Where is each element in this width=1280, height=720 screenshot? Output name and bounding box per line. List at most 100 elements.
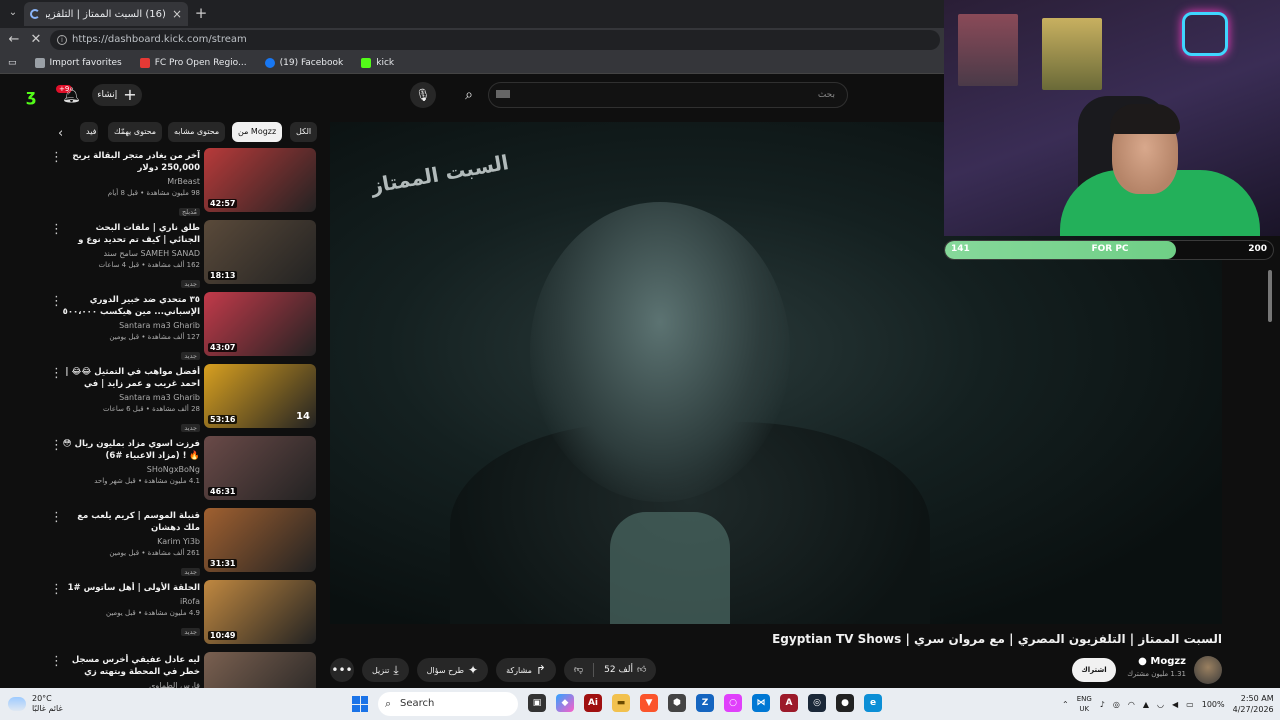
video-list-item[interactable]: ⋮ أفضل مواهب في التمثيل 😂😂 | احمد غريب و …	[40, 364, 320, 432]
more-options-icon[interactable]: ⋮	[50, 222, 63, 237]
taskbar-search-label: Search	[400, 698, 435, 709]
video-item-badge: مُدبلج	[178, 208, 200, 216]
loading-spinner-icon	[30, 9, 40, 19]
obs-icon[interactable]: ●	[836, 694, 854, 712]
streamer-hair	[1110, 104, 1180, 134]
nvidia-icon[interactable]: ▲	[1143, 700, 1149, 709]
video-list-item[interactable]: ⋮ طلق ناري | ملفات البحث الجنائي | كيف تم…	[40, 220, 320, 288]
bookmark-facebook[interactable]: (19) Facebook	[264, 57, 344, 68]
language-indicator[interactable]: ENG UK	[1077, 694, 1092, 714]
network-icon[interactable]: ◠	[1128, 700, 1135, 709]
thumbs-up-icon: 👍︎	[637, 665, 647, 675]
close-tab-icon[interactable]: ×	[172, 7, 182, 21]
audio-icon[interactable]: ♪	[1100, 700, 1105, 709]
more-options-icon[interactable]: ⋮	[50, 582, 63, 597]
dislike-button[interactable]: 👎︎	[564, 665, 593, 675]
like-button[interactable]: 52 ألف 👍︎	[594, 665, 656, 675]
bookmark-label: (19) Facebook	[279, 57, 344, 68]
page-scrollbar[interactable]	[1268, 270, 1272, 322]
more-options-icon[interactable]: ⋮	[50, 366, 63, 381]
video-thumbnail[interactable]: 18:13	[204, 220, 316, 284]
steam-tray-icon[interactable]: ◎	[1113, 700, 1120, 709]
video-thumbnail[interactable]: 43:07	[204, 292, 316, 356]
video-info: الحلقة الأولى | أهل ساتوس #1 iRofa 4.9 ملي…	[62, 582, 200, 638]
video-item-meta: 4.1 مليون مشاهدة • قبل شهر واحد	[94, 477, 200, 485]
wifi-icon[interactable]: ◡	[1157, 700, 1164, 709]
download-button[interactable]: تنزيل ⤓	[362, 658, 409, 682]
video-thumbnail[interactable]: 10:49	[204, 580, 316, 644]
show-hidden-icons-icon[interactable]: ⌃	[1062, 700, 1069, 709]
cube-app-icon[interactable]: ⬢	[668, 694, 686, 712]
video-thumbnail[interactable]: 42:57	[204, 148, 316, 212]
video-list-item[interactable]: ⋮ ٣٥ متحدي ضد خبير الدوري الإسباني... مين…	[40, 292, 320, 360]
illustrator-icon[interactable]: Ai	[584, 694, 602, 712]
tab-search-button[interactable]: ⌄	[4, 4, 22, 22]
video-thumbnail[interactable]	[204, 652, 316, 688]
circle-app-icon[interactable]: ○	[724, 694, 742, 712]
video-thumbnail[interactable]: 53:16 14	[204, 364, 316, 428]
pen-app-icon[interactable]: Z	[696, 694, 714, 712]
chip-similar[interactable]: محتوى مشابه	[168, 122, 226, 142]
lang-region: UK	[1079, 705, 1090, 713]
bookmark-split-view-icon[interactable]: ▭	[8, 58, 17, 68]
video-thumbnail[interactable]: 31:31	[204, 508, 316, 572]
search-input[interactable]: بحث	[488, 82, 848, 108]
voice-search-mic-icon[interactable]: 🎙︎	[410, 82, 436, 108]
url-text: https://dashboard.kick.com/stream	[72, 34, 247, 45]
more-actions-button[interactable]: •••	[330, 658, 354, 682]
chip-more[interactable]: فيد	[80, 122, 98, 142]
search-icon[interactable]: ⌕	[450, 82, 488, 108]
bookmark-kick[interactable]: kick	[361, 57, 394, 68]
edge-icon[interactable]: e	[864, 694, 882, 712]
channel-avatar[interactable]	[1194, 656, 1222, 684]
steam-icon[interactable]: ◎	[808, 694, 826, 712]
bookmark-fc-pro[interactable]: FC Pro Open Regio...	[139, 57, 247, 68]
video-item-channel: Santara ma3 Gharib	[119, 393, 200, 402]
share-label: مشاركة	[506, 665, 532, 675]
new-tab-button[interactable]: +	[192, 4, 210, 22]
chip-from-channel[interactable]: من Mogzz	[232, 122, 283, 142]
more-options-icon[interactable]: ⋮	[50, 150, 63, 165]
thumbnail-tag: 14	[296, 411, 310, 422]
task-view-icon[interactable]: ▣	[528, 694, 546, 712]
weather-widget[interactable]: 20°C غائم غالبًا	[8, 692, 63, 716]
file-explorer-icon[interactable]: ▬	[612, 694, 630, 712]
clock[interactable]: 2:50 AM 4/27/2026	[1233, 693, 1274, 715]
chip-all[interactable]: الكل	[290, 122, 318, 142]
video-list-item[interactable]: ⋮ فرزت اسوي مزاد بمليون ريال 😳🔥 ! (مزاد ا…	[40, 436, 320, 504]
url-field[interactable]: i https://dashboard.kick.com/stream	[50, 30, 940, 50]
more-options-icon[interactable]: ⋮	[50, 510, 63, 525]
channel-name[interactable]: ● Mogzz	[1138, 656, 1186, 667]
a-app-icon[interactable]: A	[780, 694, 798, 712]
like-count: 52 ألف	[604, 665, 633, 675]
site-info-icon[interactable]: i	[57, 35, 67, 45]
windows-start-icon[interactable]	[352, 696, 368, 712]
more-options-icon[interactable]: ⋮	[50, 294, 63, 309]
video-list-item[interactable]: ⋮ آخر من يغادر متجر البقالة يربح 250,000 …	[40, 148, 320, 216]
brave-icon[interactable]: ▼	[640, 694, 658, 712]
video-list-item[interactable]: ⋮ الحلقة الأولى | أهل ساتوس #1 iRofa 4.9 مل…	[40, 580, 320, 648]
chips-scroll-left-icon[interactable]: ‹	[58, 126, 63, 141]
notifications-bell-icon[interactable]: 🔔︎	[62, 86, 81, 104]
battery-icon[interactable]: ▭	[1186, 700, 1194, 709]
video-info: أفضل مواهب في التمثيل 😂😂 | احمد غريب و ع…	[62, 366, 200, 434]
more-options-icon[interactable]: ⋮	[50, 654, 63, 669]
more-options-icon[interactable]: ⋮	[50, 438, 63, 453]
stop-loading-icon[interactable]: ✕	[28, 32, 44, 48]
chip-related-interest[interactable]: محتوى يهمّك	[108, 122, 163, 142]
bookmark-import-favorites[interactable]: Import favorites	[34, 57, 122, 68]
video-list-item[interactable]: ⋮ قنبلة الموسم | كريم يلعب مع ملك دهشان Ka…	[40, 508, 320, 576]
active-tab[interactable]: (16) السبت الممتاز | التلفزيون المصر ×	[24, 2, 188, 26]
back-arrow-icon[interactable]: ←	[6, 32, 22, 48]
video-thumbnail[interactable]: 46:31	[204, 436, 316, 500]
create-button[interactable]: إنشاء +	[92, 84, 142, 106]
video-list-item[interactable]: ⋮ ليه عادل عفيفي أخرس مسجل خطر في المحطة …	[40, 652, 320, 688]
share-button[interactable]: مشاركة ↱	[496, 658, 556, 682]
ask-button[interactable]: طرح سؤال ✦	[416, 658, 489, 682]
subscribe-button[interactable]: اشتراك	[1072, 658, 1116, 682]
kick-logo-icon[interactable]: ʒ	[26, 86, 42, 105]
vscode-icon[interactable]: ⋈	[752, 694, 770, 712]
taskbar-search[interactable]: ⌕ Search	[378, 692, 518, 716]
volume-icon[interactable]: ◀	[1172, 700, 1178, 709]
copilot-icon[interactable]: ◆	[556, 694, 574, 712]
